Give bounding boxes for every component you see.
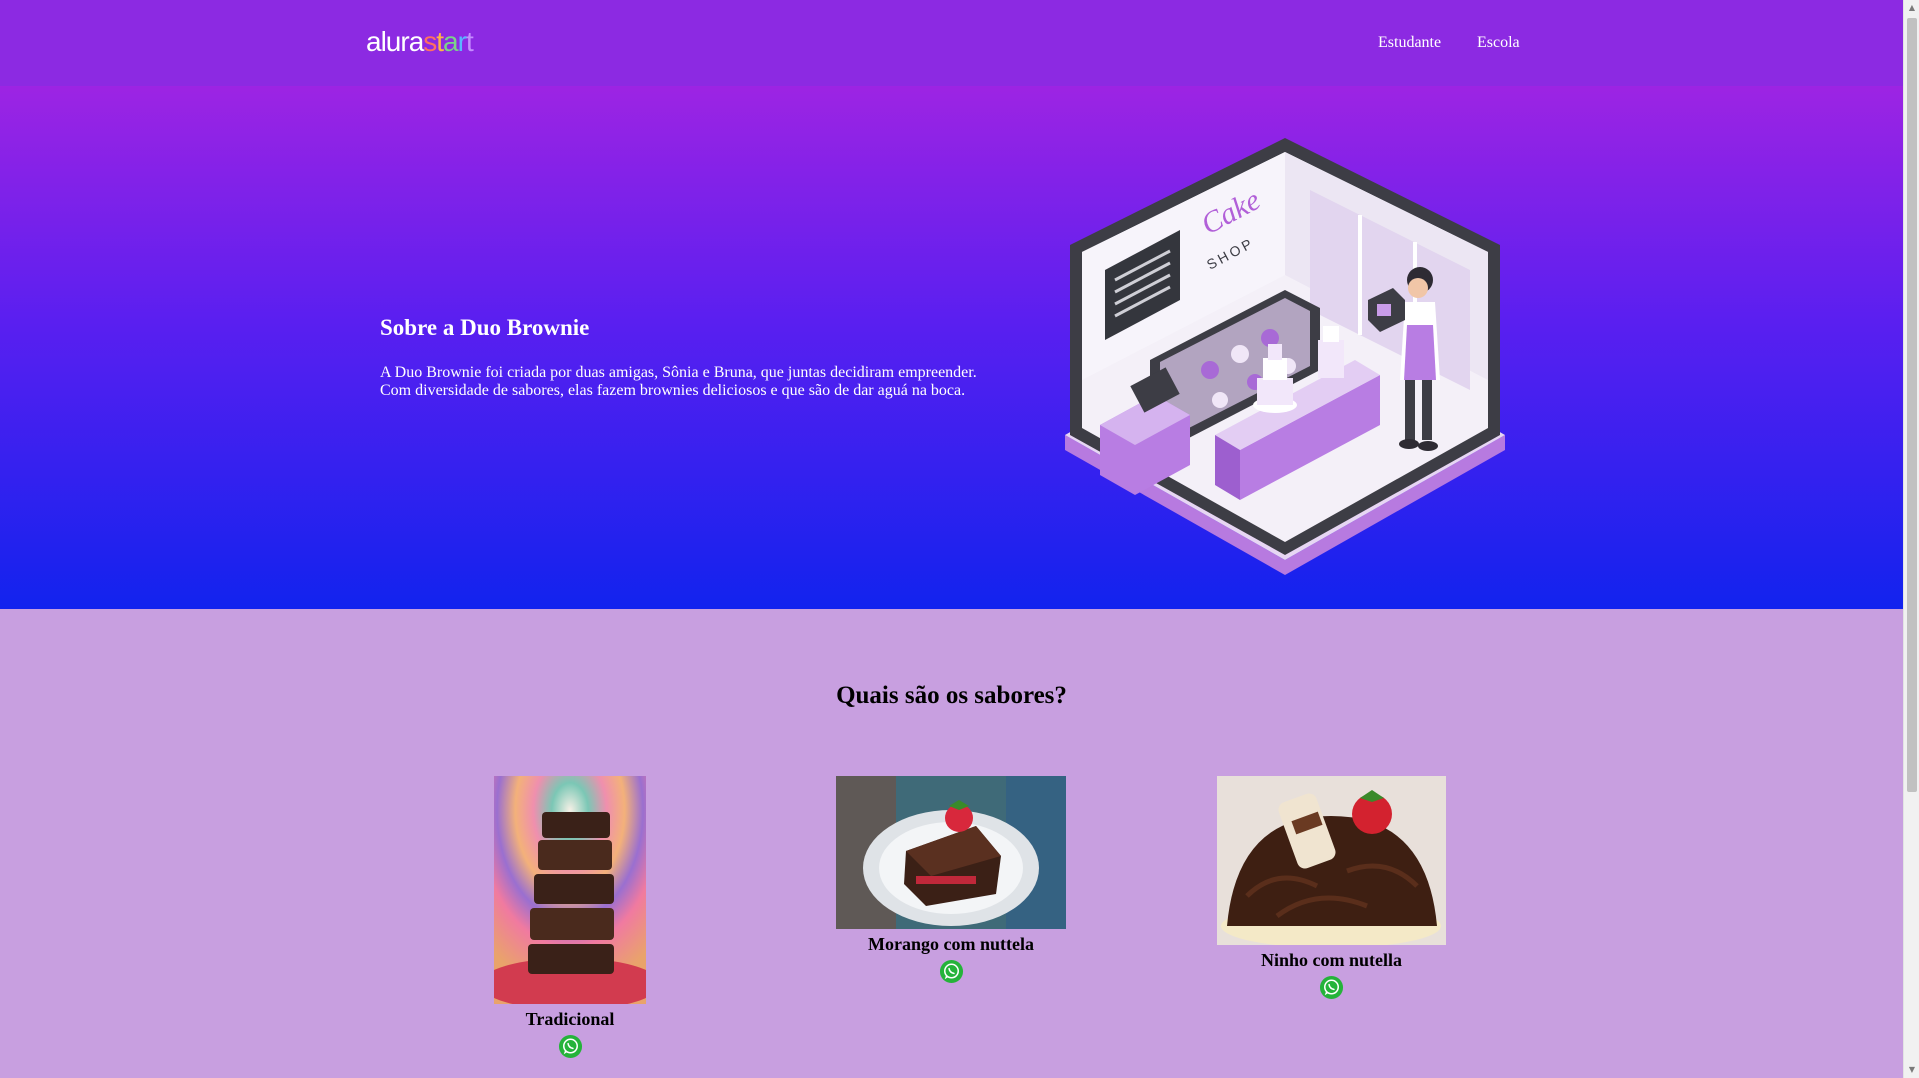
cake-shop-illustration: Cake SHOP xyxy=(1065,138,1505,575)
flavor-name-tradicional: Tradicional xyxy=(525,1009,615,1029)
site-header: alurastart Estudante Escola xyxy=(0,0,1903,86)
alurastart-logo[interactable]: alurastart xyxy=(366,26,474,58)
brownie-morango-image xyxy=(836,776,1066,929)
brownie-tradicional-image xyxy=(494,776,646,1004)
scrollbar-thumb[interactable] xyxy=(1907,18,1917,792)
logo-text-alura: alura xyxy=(366,26,424,57)
flavor-name-ninho: Ninho com nutella xyxy=(1260,950,1402,970)
about-text-line-1: A Duo Brownie foi criada por duas amigas… xyxy=(380,364,977,381)
flavor-name-morango: Morango com nuttela xyxy=(868,934,1034,954)
brownie-ninho-image xyxy=(1217,776,1446,945)
flavor-card-ninho: Ninho com nutella xyxy=(1217,776,1446,1000)
logo-text-start: start xyxy=(423,26,473,57)
flavor-card-tradicional: Tradicional xyxy=(494,776,646,1059)
about-text: A Duo Brownie foi criada por duas amigas… xyxy=(380,364,1000,400)
whatsapp-icon[interactable] xyxy=(1319,975,1344,1000)
about-section: Sobre a Duo Brownie A Duo Brownie foi cr… xyxy=(0,86,1903,609)
about-text-line-2: Com diversidade de sabores, elas fazem b… xyxy=(380,382,966,399)
scroll-up-arrow-icon[interactable]: ▲ xyxy=(1904,0,1919,16)
whatsapp-icon[interactable] xyxy=(939,959,964,984)
flavors-title: Quais são os sabores? xyxy=(836,682,1067,709)
scroll-down-arrow-icon[interactable]: ▼ xyxy=(1904,1062,1919,1078)
about-title: Sobre a Duo Brownie xyxy=(380,315,590,340)
flavor-card-morango: Morango com nuttela xyxy=(836,776,1066,984)
nav-link-estudante[interactable]: Estudante xyxy=(1378,33,1441,53)
page-scrollbar[interactable]: ▲ ▼ xyxy=(1903,0,1919,1078)
whatsapp-icon[interactable] xyxy=(558,1034,583,1059)
nav-link-escola[interactable]: Escola xyxy=(1477,33,1520,53)
